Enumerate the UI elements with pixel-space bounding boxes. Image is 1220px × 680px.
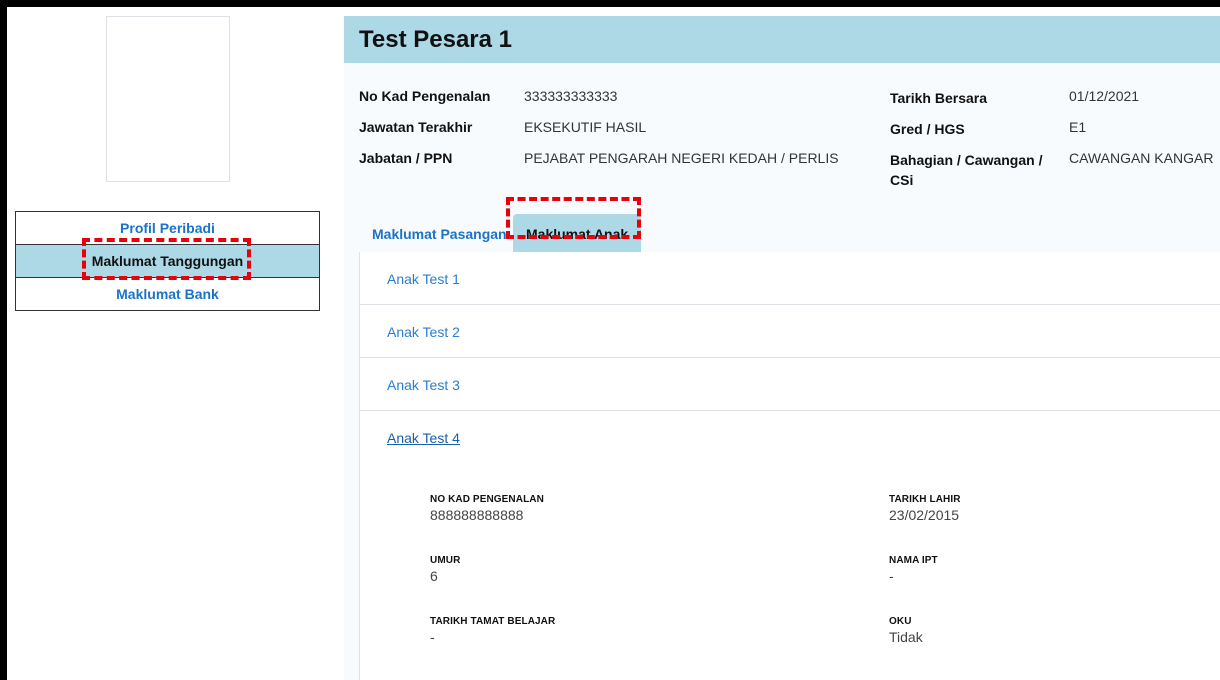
ic-number-value: 333333333333 (524, 88, 618, 104)
highlight-tab-anak (506, 197, 641, 239)
division-label: Bahagian / Cawangan / CSi (890, 152, 1043, 188)
grade-label: Gred / HGS (890, 121, 965, 137)
child-ic-field: NO KAD PENGENALAN 888888888888 (430, 494, 544, 523)
child-study-end-value: - (430, 629, 435, 645)
child-age-value: 6 (430, 568, 438, 584)
child-age-field: UMUR 6 (430, 555, 460, 584)
accordion-item-child-2[interactable]: Anak Test 2 (360, 305, 1220, 358)
info-row: Jabatan / PPN PEJABAT PENGARAH NEGERI KE… (359, 150, 1220, 194)
division-value: CAWANGAN KANGAR (1069, 150, 1214, 166)
grade-value: E1 (1069, 119, 1087, 135)
child-institution-field: NAMA IPT - (889, 555, 938, 584)
child-institution-label: NAMA IPT (889, 555, 938, 566)
page-header: Test Pesara 1 (344, 16, 1220, 63)
child-birthdate-value: 23/02/2015 (889, 507, 960, 523)
ic-number-label: No Kad Pengenalan (359, 88, 491, 104)
child-birthdate-label: TARIKH LAHIR (889, 494, 961, 505)
child-institution-value: - (889, 568, 894, 584)
last-position-label: Jawatan Terakhir (359, 119, 473, 135)
child-ic-label: NO KAD PENGENALAN (430, 494, 544, 505)
child-detail-panel: NO KAD PENGENALAN 888888888888 TARIKH LA… (359, 463, 1220, 680)
child-ic-value: 888888888888 (430, 507, 524, 523)
child-age-label: UMUR (430, 555, 461, 566)
child-oku-field: OKU Tidak (889, 616, 923, 645)
dependents-tabs: Maklumat Pasangan Maklumat Anak (359, 214, 1220, 255)
child-oku-value: Tidak (889, 629, 923, 645)
info-row: Jawatan Terakhir EKSEKUTIF HASIL Gred / … (359, 119, 1220, 150)
page-title: Test Pesara 1 (359, 26, 512, 53)
child-oku-label: OKU (889, 616, 912, 627)
child-study-end-label: TARIKH TAMAT BELAJAR (430, 616, 556, 627)
main-panel: Test Pesara 1 No Kad Pengenalan 33333333… (344, 16, 1220, 680)
department-label: Jabatan / PPN (359, 150, 453, 166)
highlight-sidebar-tanggungan (82, 238, 251, 280)
last-position-value: EKSEKUTIF HASIL (524, 119, 647, 135)
child-birthdate-field: TARIKH LAHIR 23/02/2015 (889, 494, 961, 523)
accordion-item-child-4[interactable]: Anak Test 4 (360, 411, 1220, 464)
sidebar-item-maklumat-bank[interactable]: Maklumat Bank (15, 277, 320, 311)
accordion-item-child-3[interactable]: Anak Test 3 (360, 358, 1220, 411)
child-study-end-field: TARIKH TAMAT BELAJAR - (430, 616, 555, 645)
info-row: No Kad Pengenalan 333333333333 Tarikh Be… (359, 88, 1220, 119)
accordion-item-child-1[interactable]: Anak Test 1 (360, 252, 1220, 305)
tab-maklumat-pasangan[interactable]: Maklumat Pasangan (359, 214, 520, 254)
retirement-date-value: 01/12/2021 (1069, 88, 1140, 104)
profile-info: No Kad Pengenalan 333333333333 Tarikh Be… (359, 88, 1220, 194)
children-accordion: Anak Test 1 Anak Test 2 Anak Test 3 Anak… (359, 252, 1220, 464)
retirement-date-label: Tarikh Bersara (890, 90, 988, 106)
profile-photo (106, 16, 230, 182)
department-value: PEJABAT PENGARAH NEGERI KEDAH / PERLIS (524, 150, 839, 166)
